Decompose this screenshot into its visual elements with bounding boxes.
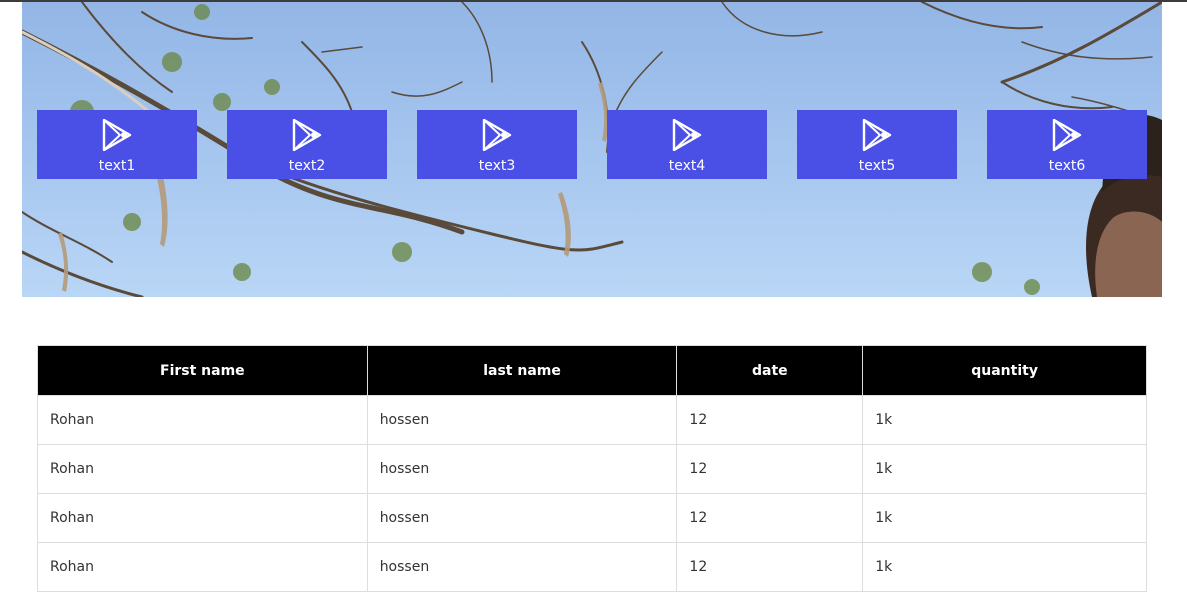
table-row: Rohan hossen 12 1k xyxy=(37,493,1147,543)
cell-date: 12 xyxy=(676,395,864,445)
tile-text2[interactable]: text2 xyxy=(227,110,387,179)
tile-text1[interactable]: text1 xyxy=(37,110,197,179)
play-icon xyxy=(1052,119,1082,151)
cell-date: 12 xyxy=(676,493,864,543)
cell-last-name: hossen xyxy=(366,542,678,592)
cell-first-name: Rohan xyxy=(37,395,368,445)
table-row: Rohan hossen 12 1k xyxy=(37,395,1147,445)
cell-quantity: 1k xyxy=(862,444,1147,494)
play-icon xyxy=(292,119,322,151)
header-first-name: First name xyxy=(37,345,368,396)
cell-quantity: 1k xyxy=(862,493,1147,543)
tile-label: text3 xyxy=(478,158,516,174)
cell-last-name: hossen xyxy=(366,395,678,445)
header-quantity: quantity xyxy=(862,345,1147,396)
cell-quantity: 1k xyxy=(862,395,1147,445)
cell-date: 12 xyxy=(676,542,864,592)
tile-label: text4 xyxy=(668,158,706,174)
tile-label: text2 xyxy=(288,158,326,174)
cell-quantity: 1k xyxy=(862,542,1147,592)
tile-text3[interactable]: text3 xyxy=(417,110,577,179)
cell-last-name: hossen xyxy=(366,444,678,494)
play-icon xyxy=(102,119,132,151)
header-date: date xyxy=(676,345,864,396)
table-row: Rohan hossen 12 1k xyxy=(37,542,1147,592)
tile-text6[interactable]: text6 xyxy=(987,110,1147,179)
play-icon xyxy=(672,119,702,151)
cell-first-name: Rohan xyxy=(37,493,368,543)
table-row: Rohan hossen 12 1k xyxy=(37,444,1147,494)
cell-date: 12 xyxy=(676,444,864,494)
tile-text5[interactable]: text5 xyxy=(797,110,957,179)
header-last-name: last name xyxy=(366,345,678,396)
cell-first-name: Rohan xyxy=(37,542,368,592)
play-icon xyxy=(862,119,892,151)
play-icon xyxy=(482,119,512,151)
cell-last-name: hossen xyxy=(366,493,678,543)
tile-label: text1 xyxy=(98,158,136,174)
tile-label: text6 xyxy=(1048,158,1086,174)
table-header-row: First name last name date quantity xyxy=(37,345,1147,396)
tile-label: text5 xyxy=(858,158,896,174)
data-table: First name last name date quantity Rohan… xyxy=(37,345,1147,592)
cell-first-name: Rohan xyxy=(37,444,368,494)
tile-text4[interactable]: text4 xyxy=(607,110,767,179)
